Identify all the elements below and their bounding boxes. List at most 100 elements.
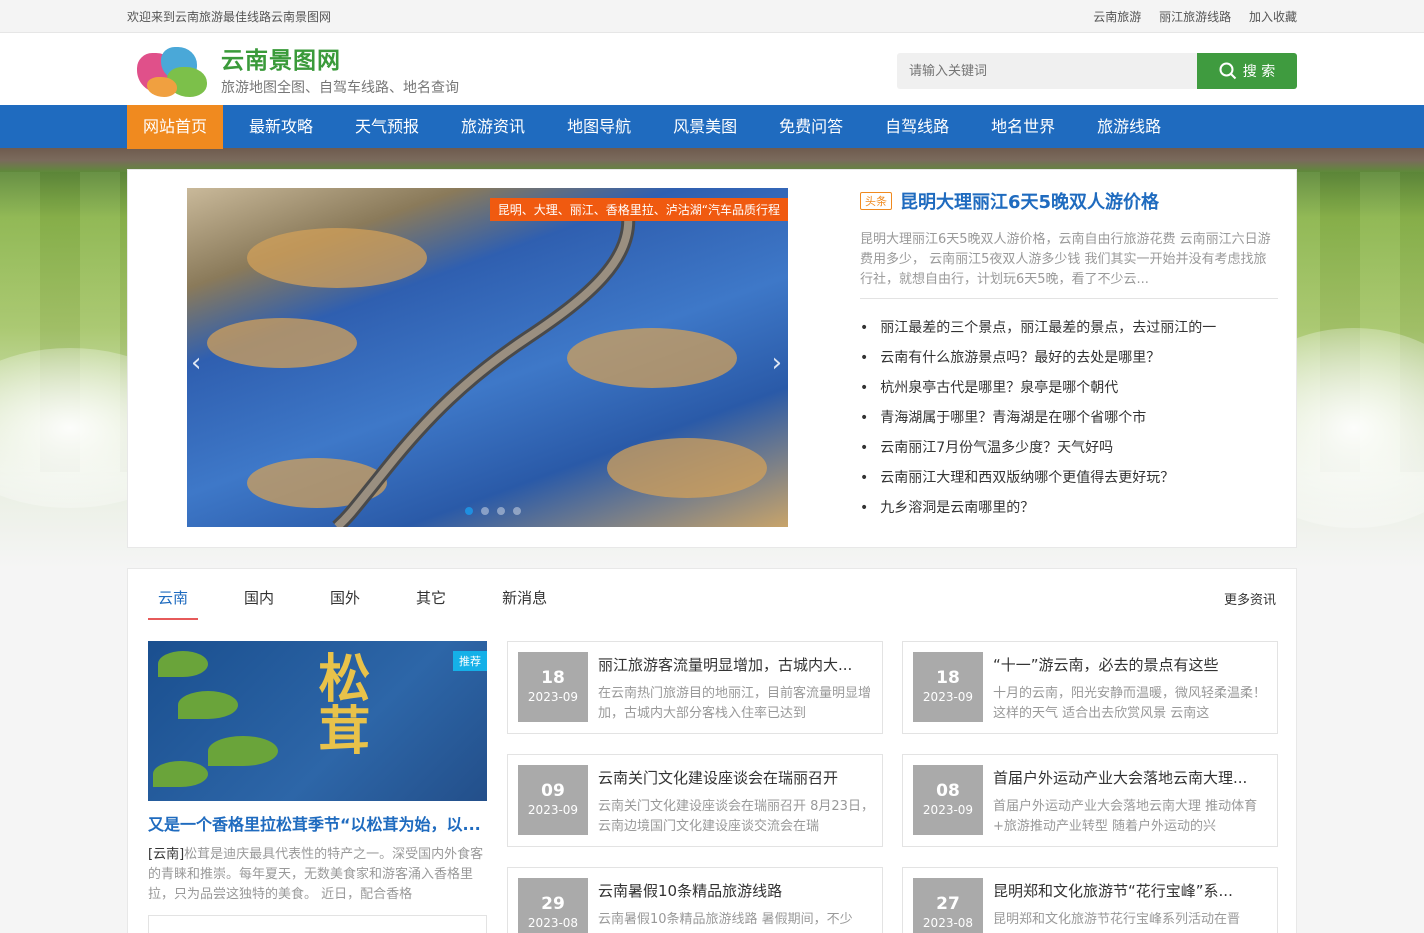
fern-leaf <box>208 736 278 766</box>
top-links: 云南旅游 丽江旅游线路 加入收藏 <box>1079 8 1297 25</box>
headline-list: 丽江最差的三个景点，丽江最差的景点，去过丽江的一 云南有什么旅游景点吗？最好的去… <box>860 313 1278 523</box>
news-card[interactable]: 18 2023-09 “十一”游云南，必去的景点有这些 十月的云南，阳光安静而温… <box>902 641 1278 734</box>
more-news-link[interactable]: 更多资讯 <box>1224 589 1276 608</box>
nav-weather[interactable]: 天气预报 <box>339 105 435 149</box>
tab-abroad[interactable]: 国外 <box>320 587 370 620</box>
tab-other[interactable]: 其它 <box>406 587 456 620</box>
featured-more-box[interactable] <box>148 915 487 933</box>
featured-article: 松茸 推荐 又是一个香格里拉松茸季节“以松茸为始，以... [云南]松茸是迪庆最… <box>148 641 487 933</box>
top-link-add-favorite[interactable]: 加入收藏 <box>1249 10 1297 24</box>
date-badge: 18 2023-09 <box>518 652 588 722</box>
date-day: 29 <box>541 894 565 914</box>
date-month: 2023-09 <box>527 690 579 704</box>
news-tabs: 云南 国内 国外 其它 新消息 <box>148 587 593 620</box>
tab-domestic[interactable]: 国内 <box>234 587 284 620</box>
news-card-summary: 首届户外运动产业大会落地云南大理 推动体育+旅游推动产业转型 随着户外运动的兴 <box>993 799 1258 834</box>
list-item[interactable]: 九乡溶洞是云南哪里的？ <box>860 493 1278 523</box>
headline-title[interactable]: 昆明大理丽江6天5晚双人游价格 <box>900 188 1159 214</box>
nav-self-drive[interactable]: 自驾线路 <box>869 105 965 149</box>
tab-new-messages[interactable]: 新消息 <box>492 587 557 620</box>
search-bar: 搜 索 <box>897 53 1297 89</box>
news-card-summary: 十月的云南，阳光安静而温暖，微风轻柔温柔！ 这样的天气 适合出去欣赏风景 云南这 <box>993 686 1267 721</box>
featured-title[interactable]: 又是一个香格里拉松茸季节“以松茸为始，以... <box>148 811 487 835</box>
site-header: 云南景图网 旅游地图全图、自驾车线路、地名查询 搜 索 <box>0 33 1424 105</box>
date-badge: 08 2023-09 <box>913 765 983 835</box>
site-tagline: 旅游地图全图、自驾车线路、地名查询 <box>221 80 459 96</box>
featured-category[interactable]: [云南] <box>148 847 184 862</box>
main-nav: 网站首页 最新攻略 天气预报 旅游资讯 地图导航 风景美图 免费问答 自驾线路 … <box>0 105 1424 149</box>
top-link-yunnan-travel[interactable]: 云南旅游 <box>1093 10 1141 24</box>
fern-leaf <box>158 651 208 677</box>
tab-yunnan[interactable]: 云南 <box>148 587 199 620</box>
nav-travel-news[interactable]: 旅游资讯 <box>445 105 541 149</box>
date-day: 09 <box>541 781 565 801</box>
date-day: 18 <box>936 668 960 688</box>
date-day: 27 <box>936 894 960 914</box>
featured-description: [云南]松茸是迪庆最具代表性的特产之一。深受国内外食客的青睐和推崇。每年夏天，无… <box>148 845 487 905</box>
logo-text-block: 云南景图网 旅游地图全图、自驾车线路、地名查询 <box>221 41 459 97</box>
list-item[interactable]: 云南有什么旅游景点吗？最好的去处是哪里？ <box>860 343 1278 373</box>
nav-map[interactable]: 地图导航 <box>551 105 647 149</box>
news-card[interactable]: 09 2023-09 云南关门文化建设座谈会在瑞丽召开 云南关门文化建设座谈会在… <box>507 754 883 847</box>
headline-title-row: 头条 昆明大理丽江6天5晚双人游价格 <box>860 188 1278 214</box>
top-link-lijiang-routes[interactable]: 丽江旅游线路 <box>1159 10 1231 24</box>
list-item[interactable]: 青海湖属于哪里？青海湖是在哪个省哪个市 <box>860 403 1278 433</box>
date-month: 2023-09 <box>527 803 579 817</box>
site-name[interactable]: 云南景图网 <box>221 41 459 75</box>
search-input[interactable] <box>897 53 1197 89</box>
date-month: 2023-08 <box>922 916 974 930</box>
list-item[interactable]: 丽江最差的三个景点，丽江最差的景点，去过丽江的一 <box>860 313 1278 343</box>
news-card[interactable]: 18 2023-09 丽江旅游客流量明显增加，古城内大... 在云南热门旅游目的… <box>507 641 883 734</box>
search-icon <box>1219 62 1236 80</box>
list-item[interactable]: 云南丽江7月份气温多少度？天气好吗 <box>860 433 1278 463</box>
news-card-summary: 云南关门文化建设座谈会在瑞丽召开 8月23日，云南边境国门文化建设座谈交流会在瑞 <box>598 799 874 834</box>
slider-dot[interactable] <box>481 507 489 515</box>
nav-travel-routes[interactable]: 旅游线路 <box>1081 105 1177 149</box>
yunnan-map-logo[interactable] <box>133 39 213 99</box>
divider <box>860 298 1278 299</box>
news-card-title[interactable]: 丽江旅游客流量明显增加，古城内大... <box>598 654 874 675</box>
boardwalk-graphic <box>332 206 636 527</box>
image-slider[interactable]: 昆明、大理、丽江、香格里拉、泸沽湖“汽车品质行程 ‹ › <box>187 188 788 527</box>
news-card[interactable]: 27 2023-08 昆明郑和文化旅游节“花行宝峰”系... 昆明郑和文化旅游节… <box>902 867 1278 933</box>
search-button-label: 搜 索 <box>1242 64 1276 80</box>
slider-next-arrow[interactable]: › <box>772 348 782 378</box>
nav-free-qa[interactable]: 免费问答 <box>763 105 859 149</box>
nav-scenery-photos[interactable]: 风景美图 <box>657 105 753 149</box>
featured-desc-text: 松茸是迪庆最具代表性的特产之一。深受国内外食客的青睐和推崇。每年夏天，无数美食家… <box>148 847 484 902</box>
date-badge: 29 2023-08 <box>518 878 588 933</box>
news-card[interactable]: 29 2023-08 云南暑假10条精品旅游线路 云南暑假10条精品旅游线路 暑… <box>507 867 883 933</box>
slider-caption[interactable]: 昆明、大理、丽江、香格里拉、泸沽湖“汽车品质行程 <box>489 198 788 221</box>
news-card-summary: 在云南热门旅游目的地丽江，目前客流量明显增加，古城内大部分客栈入住率已达到 <box>598 686 872 721</box>
news-card-title[interactable]: 云南暑假10条精品旅游线路 <box>598 880 874 901</box>
news-card-title[interactable]: 云南关门文化建设座谈会在瑞丽召开 <box>598 767 874 788</box>
date-badge: 09 2023-09 <box>518 765 588 835</box>
news-card-title[interactable]: 昆明郑和文化旅游节“花行宝峰”系... <box>993 880 1269 901</box>
list-item[interactable]: 云南丽江大理和西双版纳哪个更值得去更好玩？ <box>860 463 1278 493</box>
top-bar: 欢迎来到云南旅游最佳线路云南景图网 云南旅游 丽江旅游线路 加入收藏 <box>0 0 1424 33</box>
slider-dot[interactable] <box>465 507 473 515</box>
news-card[interactable]: 08 2023-09 首届户外运动产业大会落地云南大理... 首届户外运动产业大… <box>902 754 1278 847</box>
slider-dot[interactable] <box>497 507 505 515</box>
featured-image-text: 松茸 <box>309 651 370 755</box>
slider-dot[interactable] <box>513 507 521 515</box>
hero-panel: 昆明、大理、丽江、香格里拉、泸沽湖“汽车品质行程 ‹ › 头条 昆明大理丽江6天… <box>127 169 1297 548</box>
news-card-title[interactable]: 首届户外运动产业大会落地云南大理... <box>993 767 1269 788</box>
fern-leaf <box>153 761 208 787</box>
date-day: 18 <box>541 668 565 688</box>
nav-place-names[interactable]: 地名世界 <box>975 105 1071 149</box>
date-day: 08 <box>936 781 960 801</box>
slider-dots <box>465 507 521 515</box>
date-badge: 27 2023-08 <box>913 878 983 933</box>
date-badge: 18 2023-09 <box>913 652 983 722</box>
slider-prev-arrow[interactable]: ‹ <box>191 348 201 378</box>
featured-image[interactable]: 松茸 推荐 <box>148 641 487 801</box>
date-month: 2023-09 <box>922 690 974 704</box>
news-card-title[interactable]: “十一”游云南，必去的景点有这些 <box>993 654 1269 675</box>
search-button[interactable]: 搜 索 <box>1197 53 1297 89</box>
welcome-text: 欢迎来到云南旅游最佳线路云南景图网 <box>127 10 332 24</box>
nav-latest-guides[interactable]: 最新攻略 <box>233 105 329 149</box>
nav-home[interactable]: 网站首页 <box>127 105 224 149</box>
list-item[interactable]: 杭州泉亭古代是哪里？泉亭是哪个朝代 <box>860 373 1278 403</box>
news-card-summary: 云南暑假10条精品旅游线路 暑假期间，不少 <box>598 912 853 927</box>
